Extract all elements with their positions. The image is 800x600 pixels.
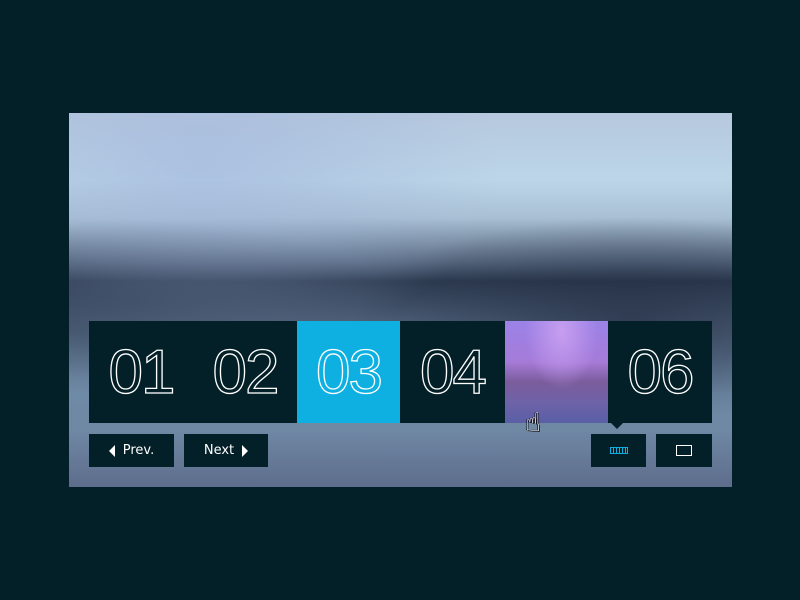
prev-button[interactable]: Prev. [89,434,174,467]
single-slide-icon [676,445,692,456]
slideshow-frame: 01 02 03 04 06 Prev. Next ☝ [69,113,732,487]
tooltip-pointer [611,423,623,429]
hand-cursor-icon: ☝ [525,408,541,438]
slide-tile-04[interactable]: 04 [400,321,505,423]
thumbnail-strip-icon [609,447,628,454]
slide-tile-01[interactable]: 01 [89,321,193,423]
slide-tile-06[interactable]: 06 [608,321,712,423]
slide-tile-05-preview[interactable] [505,321,608,423]
next-button[interactable]: Next [184,434,268,467]
arrow-left-icon [108,444,115,457]
slide-tile-03[interactable]: 03 [297,321,400,423]
slide-tile-02[interactable]: 02 [193,321,297,423]
grid-view-button[interactable] [591,434,646,467]
arrow-right-icon [242,444,249,457]
single-view-button[interactable] [656,434,712,467]
